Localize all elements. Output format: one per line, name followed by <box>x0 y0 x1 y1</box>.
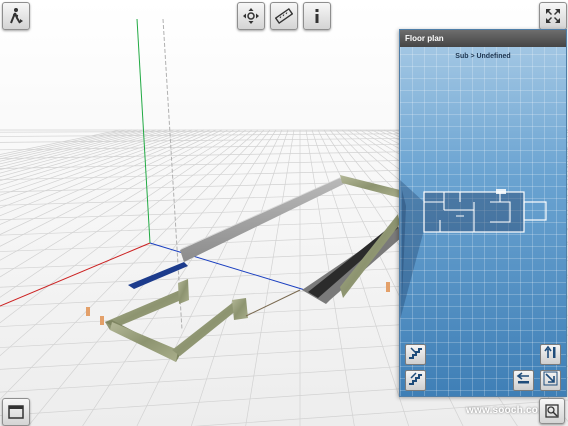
arrow-left-bar-icon <box>516 371 531 391</box>
level-down-button[interactable] <box>405 370 426 391</box>
fullscreen-button[interactable] <box>539 2 567 30</box>
stone-wall-post <box>178 279 189 304</box>
floor-plan-panel: Floor plan Sub > Undefined <box>399 29 567 397</box>
stairs-down-icon <box>408 371 423 391</box>
floor-plan-map[interactable] <box>400 30 566 396</box>
window-icon <box>7 403 25 421</box>
four-way-arrows-icon <box>242 7 260 25</box>
ruler-icon <box>275 7 293 25</box>
zoom-button[interactable] <box>539 398 565 424</box>
level-up-button[interactable] <box>405 344 426 365</box>
view-cone-shadow <box>400 180 424 320</box>
walk-mode-button[interactable] <box>2 2 30 30</box>
navigate-button[interactable] <box>237 2 265 30</box>
magnifier-icon <box>544 403 560 419</box>
walking-person-icon <box>7 7 25 25</box>
resize-corner-icon <box>543 371 558 391</box>
orange-post <box>386 282 390 292</box>
measure-button[interactable] <box>270 2 298 30</box>
pan-up-button[interactable] <box>540 344 561 365</box>
info-icon <box>308 7 326 25</box>
selection-marker <box>496 189 506 194</box>
orange-post <box>86 307 90 316</box>
arrow-up-bar-icon <box>543 345 558 365</box>
stone-wall-spur <box>232 298 248 320</box>
resize-button[interactable] <box>540 370 561 391</box>
expand-arrows-icon <box>544 7 562 25</box>
stairs-up-icon <box>408 345 423 365</box>
room-annex <box>523 201 547 221</box>
panel-toggle-button[interactable] <box>2 398 30 426</box>
pan-left-button[interactable] <box>513 370 534 391</box>
info-button[interactable] <box>303 2 331 30</box>
orange-post <box>100 316 104 325</box>
